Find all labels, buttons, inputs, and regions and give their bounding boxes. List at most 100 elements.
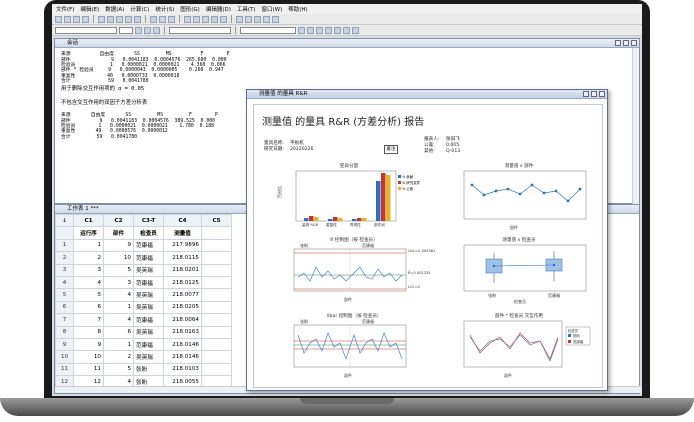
paste-icon[interactable] — [116, 15, 123, 23]
row-header[interactable]: 5 — [55, 288, 74, 302]
redo-icon[interactable] — [134, 15, 141, 23]
menu-item-1[interactable]: 编辑(E) — [80, 5, 99, 13]
cell[interactable]: 5 — [103, 362, 134, 377]
column-id[interactable]: C3-T — [133, 213, 164, 228]
cell[interactable]: 吴英瑞 — [133, 263, 164, 277]
cell[interactable]: 4 — [103, 313, 134, 327]
cell[interactable] — [201, 275, 232, 290]
row-header[interactable]: 9 — [55, 337, 74, 352]
zoom-icon[interactable] — [307, 26, 314, 34]
cell[interactable]: 3 — [73, 263, 104, 277]
cancel-icon[interactable] — [159, 15, 166, 23]
menu-item-3[interactable]: 计算(C) — [130, 5, 149, 13]
help-icon[interactable] — [168, 15, 175, 23]
ellipse-tool-icon[interactable] — [343, 26, 350, 34]
tile-icon[interactable] — [236, 15, 243, 23]
brush-icon[interactable] — [144, 26, 151, 34]
print-icon[interactable] — [82, 15, 89, 23]
close-icon[interactable] — [631, 40, 637, 46]
cell[interactable]: 2 — [73, 251, 104, 265]
column-name[interactable]: 测量值 — [163, 226, 202, 240]
row-header[interactable]: 4 — [55, 275, 74, 290]
column-id[interactable]: C4 — [163, 213, 202, 228]
menu-item-5[interactable]: 图形(G) — [180, 5, 200, 13]
select-icon[interactable] — [298, 26, 305, 34]
cell[interactable]: 9 — [103, 238, 134, 253]
cell[interactable]: 9 — [73, 337, 104, 352]
cell[interactable]: 范康福 — [133, 313, 164, 327]
menu-item-2[interactable]: 数据(A) — [105, 5, 124, 13]
column-insert-icon[interactable] — [263, 15, 270, 23]
cell[interactable]: 218.0146 — [163, 350, 202, 364]
cell[interactable]: 218.0077 — [163, 288, 202, 302]
column-name[interactable] — [201, 226, 232, 240]
cell[interactable]: 218.0115 — [163, 251, 202, 265]
cell[interactable]: 张盼 — [133, 362, 164, 377]
copy-icon[interactable] — [107, 15, 114, 23]
cell[interactable] — [201, 350, 232, 364]
cell[interactable]: 218.0125 — [163, 275, 202, 290]
cell[interactable]: 7 — [73, 313, 104, 327]
annotation-combo[interactable] — [240, 26, 296, 34]
cell[interactable]: 3 — [103, 275, 134, 290]
cell[interactable] — [201, 325, 232, 339]
cell[interactable] — [201, 313, 232, 327]
cell[interactable] — [201, 362, 232, 377]
cell[interactable]: 6 — [103, 325, 134, 339]
row-header[interactable]: 2 — [55, 251, 74, 265]
row-header[interactable]: 10 — [55, 350, 74, 364]
cell[interactable]: 1 — [103, 300, 134, 315]
cascade-icon[interactable] — [245, 15, 252, 23]
menu-item-9[interactable]: 帮助(H) — [288, 5, 307, 13]
polygon-tool-icon[interactable] — [352, 26, 359, 34]
cell[interactable]: 6 — [73, 300, 104, 315]
cell[interactable]: 吴英瑞 — [133, 288, 164, 302]
row-header[interactable]: 11 — [55, 362, 74, 377]
column-id[interactable]: C5 — [201, 213, 232, 228]
font-combo[interactable] — [55, 26, 117, 34]
rect-tool-icon[interactable] — [334, 26, 341, 34]
cell[interactable]: 5 — [73, 288, 104, 302]
cell[interactable]: 5 — [103, 263, 134, 277]
cell[interactable]: 218.0146 — [163, 337, 202, 352]
report-icon[interactable] — [211, 15, 218, 23]
cell[interactable]: 1 — [73, 238, 104, 253]
line-tool-icon[interactable] — [325, 26, 332, 34]
cell[interactable]: 218.0163 — [163, 325, 202, 339]
cut-icon[interactable] — [98, 15, 105, 23]
cell[interactable]: 218.0064 — [163, 313, 202, 327]
menu-item-8[interactable]: 窗口(W) — [262, 5, 283, 13]
cell[interactable]: 4 — [103, 288, 134, 302]
column-id[interactable]: C2 — [103, 213, 134, 228]
row-header[interactable]: 1 — [55, 238, 74, 253]
cell[interactable]: 范康福 — [133, 275, 164, 290]
worksheet-icon[interactable] — [193, 15, 200, 23]
cell[interactable]: 8 — [73, 325, 104, 339]
cell[interactable]: 范康福 — [133, 238, 164, 253]
move-column-icon[interactable] — [272, 15, 279, 23]
save-icon[interactable] — [73, 15, 80, 23]
row-header[interactable]: 6 — [55, 300, 74, 315]
cell[interactable] — [201, 337, 232, 352]
menu-item-6[interactable]: 编辑器(D) — [206, 5, 231, 13]
cell[interactable]: 4 — [73, 275, 104, 290]
column-name[interactable]: 运行序 — [73, 226, 104, 240]
menu-item-0[interactable]: 文件(F) — [56, 5, 74, 13]
undo-icon[interactable] — [125, 15, 132, 23]
find-icon[interactable] — [150, 15, 157, 23]
row-header[interactable]: 8 — [55, 325, 74, 339]
cell[interactable]: 218.0201 — [163, 263, 202, 277]
cell[interactable] — [201, 251, 232, 265]
history-icon[interactable] — [220, 15, 227, 23]
cell[interactable]: 吴英瑞 — [133, 325, 164, 339]
open-icon[interactable] — [64, 15, 71, 23]
maximize-icon[interactable] — [623, 40, 629, 46]
cell[interactable] — [201, 263, 232, 277]
cell[interactable]: 218.0103 — [163, 362, 202, 377]
cell[interactable] — [201, 238, 232, 253]
column-name[interactable]: 部件 — [103, 226, 134, 240]
column-id[interactable]: C1 — [73, 213, 104, 228]
row-header[interactable]: 7 — [55, 313, 74, 327]
maximize-icon[interactable] — [591, 91, 597, 97]
cell[interactable]: 218.0205 — [163, 300, 202, 315]
